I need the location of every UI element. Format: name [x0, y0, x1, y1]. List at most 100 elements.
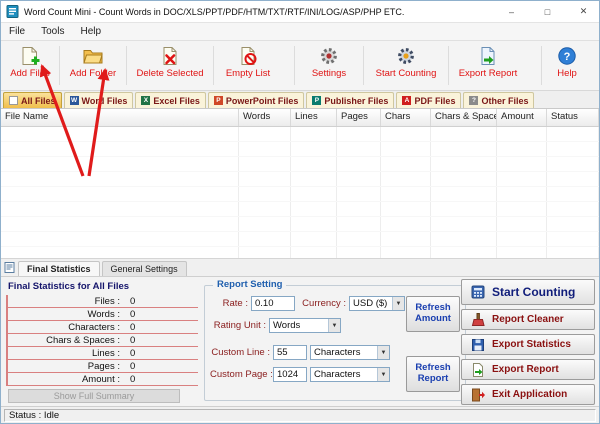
tab-label: Word Files [82, 96, 128, 106]
toolbar-separator [294, 46, 295, 85]
exit-application-button[interactable]: Exit Application [461, 384, 595, 405]
app-window: Word Count Mini - Count Words in DOC/XLS… [0, 0, 600, 424]
settings-icon [319, 46, 339, 66]
stat-value: 0 [130, 374, 135, 385]
column-header-chars-spaces[interactable]: Chars & Spaces [431, 109, 497, 126]
action-label: Exit Application [492, 389, 567, 400]
stat-label: Pages : [10, 361, 120, 372]
export-statistics-button[interactable]: Export Statistics [461, 334, 595, 355]
column-header-status[interactable]: Status [547, 109, 599, 126]
start-counting-button[interactable]: Start Counting [461, 279, 595, 305]
stat-value: 0 [130, 348, 135, 359]
refresh-amount-button[interactable]: Refresh Amount [406, 296, 460, 332]
report-cleaner-button[interactable]: Report Cleaner [461, 309, 595, 330]
stat-row-words: Words : 0 [6, 308, 198, 321]
all-files-icon [9, 96, 18, 105]
title-bar: Word Count Mini - Count Words in DOC/XLS… [1, 1, 599, 23]
menu-file[interactable]: File [1, 23, 33, 40]
tab-general-settings[interactable]: General Settings [102, 261, 187, 276]
add-folder-button[interactable]: Add Folder [62, 43, 124, 88]
show-full-summary-button[interactable]: Show Full Summary [8, 389, 180, 403]
stat-value: 0 [130, 322, 135, 333]
tab-powerpoint-files[interactable]: P PowerPoint Files [208, 92, 305, 108]
file-list-column [1, 127, 239, 258]
refresh-report-button[interactable]: Refresh Report [406, 356, 460, 392]
column-header-file-name[interactable]: File Name [1, 109, 239, 126]
file-list-column [547, 127, 599, 258]
tab-pdf-files[interactable]: A PDF Files [396, 92, 461, 108]
other-files-icon: ? [469, 96, 478, 105]
column-header-chars[interactable]: Chars [381, 109, 431, 126]
file-list-body[interactable] [1, 127, 599, 258]
stat-value: 0 [130, 309, 135, 320]
tab-label: PDF Files [414, 96, 455, 106]
custom-line-unit-select[interactable]: Characters ▼ [310, 345, 390, 360]
tab-other-files[interactable]: ? Other Files [463, 92, 534, 108]
menu-help[interactable]: Help [72, 23, 109, 40]
action-label: Start Counting [492, 285, 575, 299]
tab-word-files[interactable]: W Word Files [64, 92, 134, 108]
custom-page-unit-value: Characters [314, 369, 360, 380]
file-list-column [381, 127, 431, 258]
action-label: Export Report [492, 364, 559, 375]
exit-icon [471, 388, 485, 402]
help-button[interactable]: ? Help [544, 43, 590, 88]
stat-value: 0 [130, 361, 135, 372]
stat-label: Files : [10, 296, 120, 307]
file-list-column [239, 127, 291, 258]
start-counting-toolbar-button[interactable]: Start Counting [366, 43, 446, 88]
minimize-button[interactable]: – [496, 1, 527, 22]
custom-line-unit-value: Characters [314, 347, 360, 358]
action-label: Export Statistics [492, 339, 571, 350]
menu-tools[interactable]: Tools [33, 23, 72, 40]
bottom-panel: Final Statistics General Settings Final … [1, 258, 599, 406]
toolbar-label: Add Folder [70, 68, 116, 79]
export-report-toolbar-button[interactable]: Export Report [451, 43, 525, 88]
chevron-down-icon: ▼ [377, 346, 389, 359]
settings-button[interactable]: Settings [297, 43, 361, 88]
file-list-header: File Name Words Lines Pages Chars Chars … [1, 109, 599, 127]
rating-unit-select[interactable]: Words ▼ [269, 318, 341, 333]
window-title: Word Count Mini - Count Words in DOC/XLS… [24, 7, 491, 17]
add-files-button[interactable]: Add Files [3, 43, 57, 88]
stat-label: Words : [10, 309, 120, 320]
currency-select[interactable]: USD ($) ▼ [349, 296, 405, 311]
tab-publisher-files[interactable]: P Publisher Files [306, 92, 394, 108]
close-button[interactable]: ✕ [568, 1, 599, 22]
bottom-tabs: Final Statistics General Settings [1, 259, 599, 276]
pdf-icon: A [402, 96, 411, 105]
export-report-button[interactable]: Export Report [461, 359, 595, 380]
tab-excel-files[interactable]: X Excel Files [135, 92, 206, 108]
file-list-column [291, 127, 337, 258]
stat-label: Chars & Spaces : [10, 335, 120, 346]
custom-page-input[interactable]: 1024 [273, 367, 307, 382]
tab-all-files[interactable]: All Files [3, 92, 62, 108]
toolbar-label: Delete Selected [136, 68, 203, 79]
file-list-column [431, 127, 497, 258]
calculator-icon [471, 285, 485, 299]
column-header-pages[interactable]: Pages [337, 109, 381, 126]
word-icon: W [70, 96, 79, 105]
column-header-amount[interactable]: Amount [497, 109, 547, 126]
stat-row-lines: Lines : 0 [6, 347, 198, 360]
column-header-words[interactable]: Words [239, 109, 291, 126]
export-report-icon [478, 46, 498, 66]
empty-list-button[interactable]: Empty List [216, 43, 280, 88]
custom-line-input[interactable]: 55 [273, 345, 307, 360]
delete-selected-icon [160, 46, 180, 66]
custom-page-unit-select[interactable]: Characters ▼ [310, 367, 390, 382]
column-header-lines[interactable]: Lines [291, 109, 337, 126]
refresh-buttons: Refresh Amount Refresh Report [406, 296, 460, 392]
tab-label: Other Files [481, 96, 528, 106]
custom-page-label: Custom Page : [210, 369, 270, 380]
action-label: Report Cleaner [492, 314, 564, 325]
currency-value: USD ($) [353, 298, 387, 309]
toolbar-separator [59, 46, 60, 85]
add-files-icon [20, 46, 40, 66]
rate-input[interactable]: 0.10 [251, 296, 295, 311]
tab-final-statistics[interactable]: Final Statistics [18, 261, 100, 276]
delete-selected-button[interactable]: Delete Selected [129, 43, 211, 88]
final-statistics-icon [4, 262, 15, 273]
file-list-column [337, 127, 381, 258]
maximize-button[interactable]: □ [532, 1, 563, 22]
